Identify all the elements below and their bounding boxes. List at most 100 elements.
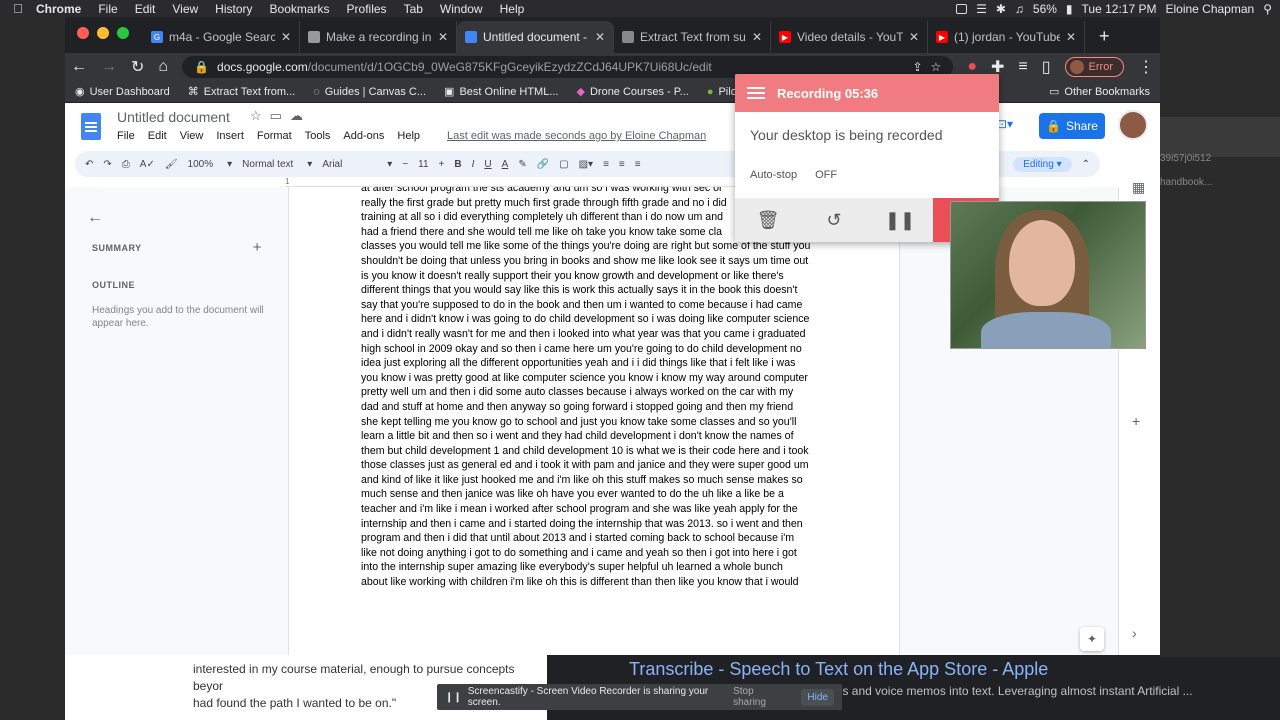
wifi-icon[interactable]: ☰: [976, 2, 987, 16]
menu-history[interactable]: History: [215, 2, 252, 16]
share-button[interactable]: 🔒 Share: [1039, 113, 1105, 139]
autostop-value[interactable]: OFF: [815, 169, 837, 181]
chrome-menu-icon[interactable]: ⋮: [1138, 57, 1154, 77]
tab-youtube-studio[interactable]: ▶ Video details - YouTube S ✕: [771, 21, 928, 53]
align-right-icon[interactable]: ≡: [635, 159, 641, 170]
style-select[interactable]: Normal text ▾: [242, 159, 312, 170]
menu-help[interactable]: Help: [500, 2, 525, 16]
font-size-field[interactable]: 11: [418, 159, 428, 170]
menu-edit[interactable]: Edit: [135, 2, 156, 16]
restart-recording-icon[interactable]: ↺: [801, 210, 867, 231]
present-icon[interactable]: ⊡▾: [997, 117, 1013, 131]
close-tab-icon[interactable]: ✕: [595, 30, 605, 44]
calendar-icon[interactable]: ▦: [1132, 179, 1145, 196]
docs-menu-view[interactable]: View: [180, 130, 204, 142]
spotlight-search-icon[interactable]: ⚲: [1263, 2, 1272, 16]
menu-bookmarks[interactable]: Bookmarks: [270, 2, 330, 16]
italic-icon[interactable]: I: [472, 159, 475, 170]
bold-icon[interactable]: B: [454, 159, 461, 170]
bookmark-canvas-guides[interactable]: ◌ Guides | Canvas C...: [313, 86, 426, 98]
share-page-icon[interactable]: ⇪: [912, 60, 922, 74]
stop-sharing-button[interactable]: Stop sharing: [733, 686, 783, 708]
menu-tab[interactable]: Tab: [404, 2, 423, 16]
tab-untitled-document[interactable]: Untitled document - Goog ✕: [457, 21, 614, 53]
paint-format-icon[interactable]: 🖌: [165, 159, 178, 170]
apple-icon[interactable]: : [0, 1, 36, 16]
text-color-icon[interactable]: A: [502, 159, 509, 170]
move-folder-icon[interactable]: ▭: [270, 108, 282, 124]
docs-menu-edit[interactable]: Edit: [148, 130, 167, 142]
battery-percent[interactable]: 56%: [1033, 2, 1057, 16]
explore-icon[interactable]: ✦: [1080, 627, 1104, 651]
image-icon[interactable]: ▨▾: [579, 159, 593, 170]
home-icon[interactable]: ⌂: [158, 58, 168, 76]
menu-view[interactable]: View: [172, 2, 198, 16]
spellcheck-icon[interactable]: A✓: [140, 159, 155, 170]
back-arrow-icon[interactable]: ←: [87, 209, 103, 227]
font-select[interactable]: Arial ▾: [322, 159, 392, 170]
pause-recording-icon[interactable]: ❚❚: [867, 210, 933, 231]
close-tab-icon[interactable]: ✕: [281, 30, 291, 44]
bookmark-user-dashboard[interactable]: ◉ User Dashboard: [75, 85, 170, 99]
docs-menu-addons[interactable]: Add-ons: [343, 130, 384, 142]
autostop-row[interactable]: Auto-stop OFF: [735, 143, 999, 181]
clock[interactable]: Tue 12:17 PM: [1082, 2, 1157, 16]
bookmark-html[interactable]: ▣ Best Online HTML...: [444, 85, 558, 99]
docs-logo-icon[interactable]: [81, 113, 101, 140]
lock-icon[interactable]: 🔒: [194, 60, 209, 74]
collapse-menus-icon[interactable]: ⌃: [1082, 159, 1090, 170]
close-tab-icon[interactable]: ✕: [909, 30, 919, 44]
undo-icon[interactable]: ↶: [85, 159, 93, 170]
align-center-icon[interactable]: ≡: [619, 159, 625, 170]
add-addon-icon[interactable]: +: [1132, 413, 1140, 429]
menu-window[interactable]: Window: [440, 2, 483, 16]
cloud-status-icon[interactable]: ☁: [290, 108, 303, 124]
new-tab-button[interactable]: +: [1085, 26, 1124, 53]
bookmark-extract-text[interactable]: ⌘ Extract Text from...: [188, 85, 296, 99]
delete-recording-icon[interactable]: 🗑: [735, 210, 801, 231]
link-icon[interactable]: 🔗: [537, 159, 549, 170]
hamburger-menu-icon[interactable]: [747, 87, 765, 99]
docs-menu-insert[interactable]: Insert: [216, 130, 244, 142]
last-edit-link[interactable]: Last edit was made seconds ago by Eloine…: [447, 130, 706, 142]
decrease-font-icon[interactable]: −: [402, 159, 408, 170]
other-bookmarks[interactable]: ▭ Other Bookmarks: [1049, 85, 1150, 99]
back-arrow-icon[interactable]: ←: [71, 58, 87, 76]
tab-youtube-jordan[interactable]: ▶ (1) jordan - YouTube ✕: [928, 21, 1085, 53]
comment-icon[interactable]: ▢: [559, 159, 568, 170]
menubar-user[interactable]: Eloine Chapman: [1165, 2, 1254, 16]
document-page[interactable]: at after school program the sts academy …: [288, 187, 900, 655]
volume-icon[interactable]: ♫: [1015, 2, 1024, 16]
hide-sharing-bar-button[interactable]: Hide: [801, 688, 834, 706]
reload-icon[interactable]: ↻: [131, 57, 144, 77]
increase-font-icon[interactable]: +: [439, 159, 445, 170]
expand-side-panel-icon[interactable]: ›: [1132, 625, 1137, 641]
editing-mode-select[interactable]: Editing ▾: [1013, 156, 1072, 172]
close-tab-icon[interactable]: ✕: [438, 30, 448, 44]
menu-file[interactable]: File: [98, 2, 117, 16]
zoom-select[interactable]: 100% ▾: [188, 159, 233, 170]
docs-menu-help[interactable]: Help: [397, 130, 420, 142]
docs-menu-format[interactable]: Format: [257, 130, 292, 142]
tab-extract-text[interactable]: Extract Text from subtitle ✕: [614, 21, 771, 53]
redo-icon[interactable]: ↷: [103, 159, 111, 170]
zoom-window-button[interactable]: [117, 27, 129, 39]
align-left-icon[interactable]: ≡: [603, 159, 609, 170]
close-tab-icon[interactable]: ✕: [752, 30, 762, 44]
profile-error-button[interactable]: Error: [1064, 57, 1124, 77]
docs-menu-tools[interactable]: Tools: [305, 130, 331, 142]
menu-profiles[interactable]: Profiles: [347, 2, 387, 16]
bookmark-star-icon[interactable]: ☆: [931, 60, 942, 74]
document-title[interactable]: Untitled document: [117, 109, 230, 125]
side-panel-icon[interactable]: ▯: [1042, 57, 1051, 77]
minimize-window-button[interactable]: [97, 27, 109, 39]
forward-arrow-icon[interactable]: →: [101, 58, 117, 76]
webcam-overlay[interactable]: [950, 201, 1146, 349]
docs-menu-file[interactable]: File: [117, 130, 135, 142]
tab-voice-memos[interactable]: Make a recording in Voice ✕: [300, 21, 457, 53]
bookmark-drone-courses[interactable]: ◆ Drone Courses - P...: [577, 85, 689, 99]
add-summary-icon[interactable]: +: [253, 239, 262, 256]
search-result-title[interactable]: Transcribe - Speech to Text on the App S…: [629, 659, 1280, 680]
reading-list-icon[interactable]: ≡: [1018, 58, 1027, 76]
bluetooth-icon[interactable]: ✱: [996, 2, 1006, 16]
